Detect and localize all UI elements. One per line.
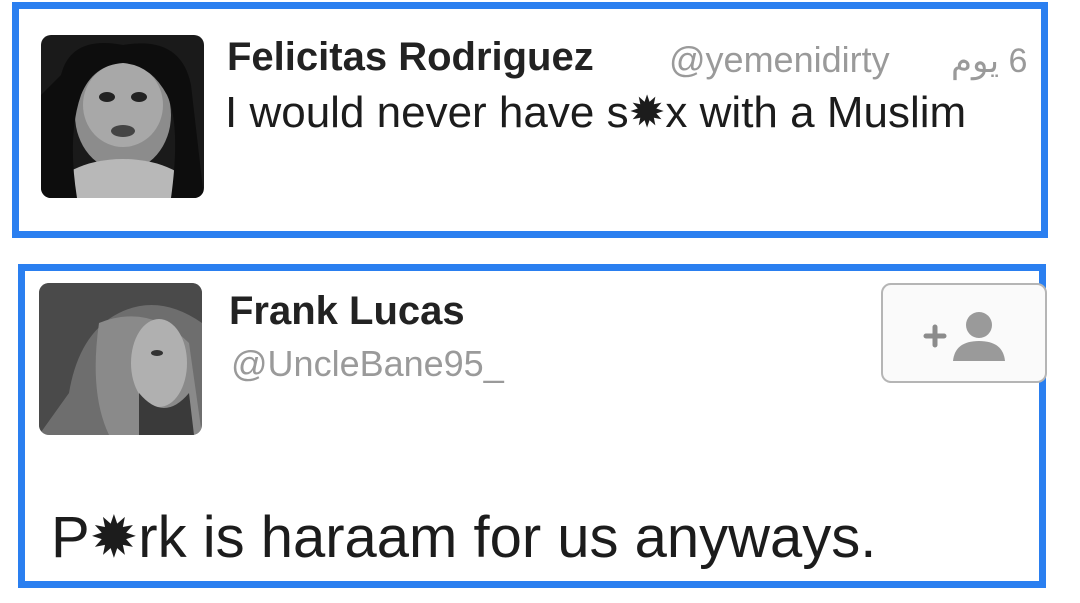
follow-button[interactable]	[881, 283, 1047, 383]
author-handle[interactable]: @yemenidirty	[669, 39, 890, 81]
tweet-text: I would never have s✹x with a Muslim	[225, 88, 967, 137]
tweet-card[interactable]: Felicitas Rodriguez @yemenidirty 6 يوم I…	[12, 2, 1048, 238]
author-name[interactable]: Felicitas Rodriguez	[227, 35, 594, 80]
timestamp: 6 يوم	[951, 42, 1028, 80]
tweet-card[interactable]: Frank Lucas @UncleBane95_ P✹rk is haraam…	[18, 264, 1047, 588]
add-user-icon	[921, 307, 1011, 368]
avatar[interactable]	[41, 35, 204, 198]
tweet-text: P✹rk is haraam for us anyways.	[51, 505, 877, 570]
author-handle[interactable]: @UncleBane95_	[231, 343, 504, 385]
avatar[interactable]	[39, 283, 202, 435]
author-name[interactable]: Frank Lucas	[229, 289, 465, 334]
